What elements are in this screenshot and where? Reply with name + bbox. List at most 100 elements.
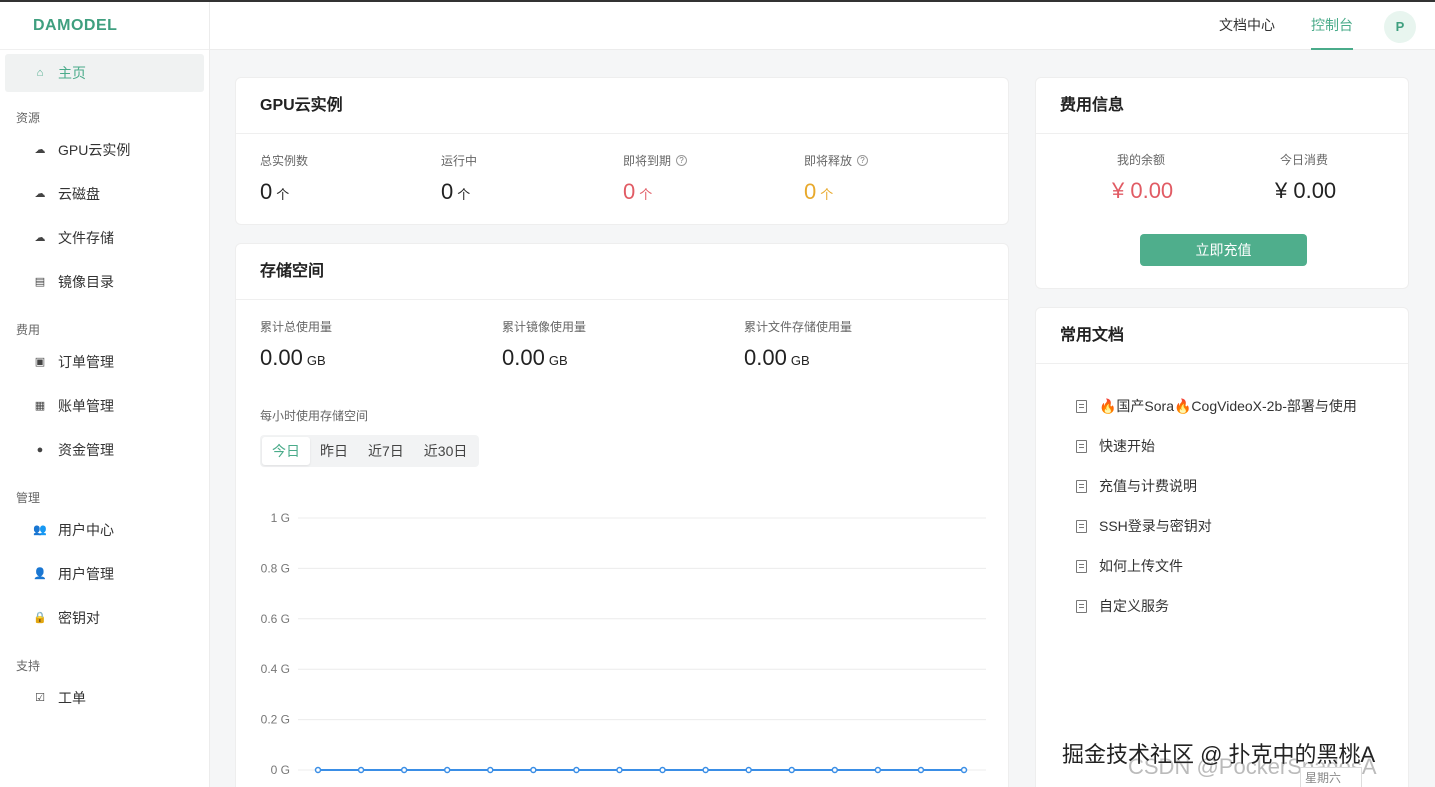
yen-coin-icon: ● [36, 444, 44, 456]
doc-link-quick-start[interactable]: 快速开始 [1076, 426, 1357, 466]
chart-data-point[interactable] [616, 766, 623, 774]
stat-number: 0 [623, 179, 636, 204]
doc-link-billing[interactable]: 充值与计费说明 [1076, 466, 1357, 506]
chart-data-point[interactable] [917, 766, 925, 774]
recharge-button[interactable]: 立即充值 [1140, 234, 1307, 266]
sidebar-item-gpu-instance[interactable]: ☁ GPU云实例 [0, 128, 209, 172]
sidebar-item-user-center[interactable]: 👥 用户中心 [0, 508, 209, 552]
chart-data-point[interactable] [487, 766, 494, 774]
stat-label: 运行中 [441, 154, 478, 168]
nav-console[interactable]: 控制台 [1311, 2, 1353, 50]
billing-card: 费用信息 我的余额 ¥ 0.00 今日消费 ¥ 0.00 立即充值 [1035, 77, 1409, 289]
chart-tooltip: 星期六 [1300, 767, 1362, 787]
sidebar-item-cloud-disk[interactable]: ☁ 云磁盘 [0, 172, 209, 216]
stat-number: 0 [260, 179, 273, 204]
document-icon [1076, 559, 1087, 573]
document-icon [1076, 519, 1087, 533]
stat-value: 0.00 GB [260, 345, 332, 371]
range-selector: 今日 昨日 近7日 近30日 [260, 435, 480, 467]
chart-data-point[interactable] [357, 766, 365, 774]
stat-unit: 个 [457, 187, 471, 202]
stat-label-text: 即将释放 [804, 154, 853, 168]
doc-title: 充值与计费说明 [1099, 478, 1197, 494]
stat-number: 0.00 [744, 345, 787, 370]
cloud-disk-icon: ☁ [34, 188, 46, 200]
stat-label: 总实例数 [260, 154, 309, 168]
doc-link-custom-service[interactable]: 自定义服务 [1076, 586, 1357, 626]
storage-card-title: 存储空间 [236, 244, 1008, 300]
user-gear-icon: 👤 [33, 568, 47, 580]
chart-data-point[interactable] [745, 766, 752, 774]
sidebar-item-orders[interactable]: ▣ 订单管理 [0, 340, 209, 384]
docs-card-title: 常用文档 [1036, 308, 1408, 364]
chart-data-point[interactable] [573, 766, 580, 774]
stat-label: 累计文件存储使用量 [744, 320, 853, 334]
gpu-card-title: GPU云实例 [236, 78, 1008, 134]
chart-data-point[interactable] [788, 766, 795, 774]
balance-label: 我的余额 [1117, 153, 1166, 167]
stat-label: 累计镜像使用量 [502, 320, 587, 334]
chart-y-tick-label: 0 G [271, 763, 290, 777]
sidebar-item-label: 账单管理 [58, 398, 114, 414]
help-icon[interactable]: ? [676, 155, 688, 166]
top-nav: 文档中心 控制台 [1183, 2, 1353, 50]
chart-data-point[interactable] [400, 766, 408, 774]
chart-data-point[interactable] [659, 766, 666, 774]
sidebar-item-ticket[interactable]: ☑ 工单 [0, 676, 209, 720]
bill-icon: ▦ [34, 400, 46, 412]
range-7days[interactable]: 近7日 [358, 437, 414, 465]
chart-data-point[interactable] [831, 766, 839, 774]
doc-link-cogvideox[interactable]: 🔥国产Sora🔥CogVideoX-2b-部署与使用 [1076, 386, 1357, 426]
avatar[interactable]: P [1384, 11, 1416, 43]
stat-total-usage: 累计总使用量 0.00 GB [260, 318, 332, 371]
chart-y-tick-label: 0.6 G [261, 612, 290, 626]
chart-data-point[interactable] [443, 766, 451, 774]
image-card-icon: ▤ [34, 276, 46, 288]
sidebar-item-home[interactable]: ⌂ 主页 [5, 54, 204, 92]
brand-logo[interactable]: DAMODEL [0, 2, 209, 50]
nav-docs-center[interactable]: 文档中心 [1219, 2, 1275, 50]
range-yesterday[interactable]: 昨日 [310, 437, 358, 465]
cloud-upload-icon: ☁ [34, 232, 46, 244]
top-bar: 文档中心 控制台 P [210, 2, 1435, 50]
stat-unit: 个 [276, 187, 290, 202]
stat-unit: GB [790, 353, 810, 368]
stat-value: 0个 [623, 179, 687, 205]
stat-unit: GB [306, 353, 326, 368]
common-docs-card: 常用文档 🔥国产Sora🔥CogVideoX-2b-部署与使用 快速开始 充值与… [1035, 307, 1409, 787]
doc-link-ssh[interactable]: SSH登录与密钥对 [1076, 506, 1357, 546]
stat-number: 0.00 [502, 345, 545, 370]
balance-value: ¥ 0.00 [1112, 178, 1174, 203]
document-icon [1076, 599, 1087, 613]
storage-card: 存储空间 累计总使用量 0.00 GB 累计镜像使用量 0.00 GB 累计文件存储… [235, 243, 1009, 787]
document-icon [1076, 399, 1087, 413]
stat-value: 0个 [804, 179, 868, 205]
stat-running: 运行中 0个 [441, 152, 477, 205]
sidebar-item-funds[interactable]: ● 资金管理 [0, 428, 209, 472]
sidebar-item-user-management[interactable]: 👤 用户管理 [0, 552, 209, 596]
chart-data-point[interactable] [874, 766, 882, 774]
stat-label: 即将释放? [804, 152, 869, 169]
sidebar-item-label: 订单管理 [58, 354, 114, 370]
sidebar-item-file-storage[interactable]: ☁ 文件存储 [0, 216, 209, 260]
chart-data-point[interactable] [702, 766, 709, 774]
range-30days[interactable]: 近30日 [414, 437, 478, 465]
stat-number: 0.00 [260, 345, 303, 370]
sidebar-item-keypair[interactable]: 🔒 密钥对 [0, 596, 209, 640]
range-today[interactable]: 今日 [262, 437, 310, 465]
sidebar-item-image-catalog[interactable]: ▤ 镜像目录 [0, 260, 209, 304]
doc-title: SSH登录与密钥对 [1099, 518, 1212, 534]
sidebar-item-bills[interactable]: ▦ 账单管理 [0, 384, 209, 428]
chart-data-point[interactable] [960, 766, 968, 774]
stat-image-usage: 累计镜像使用量 0.00 GB [502, 318, 586, 371]
sidebar-group-resources: 资源 [16, 111, 41, 125]
chart-data-point[interactable] [314, 766, 322, 774]
sidebar-item-label: GPU云实例 [58, 142, 131, 158]
chart-label: 每小时使用存储空间 [260, 409, 369, 423]
doc-link-upload[interactable]: 如何上传文件 [1076, 546, 1357, 586]
ticket-check-icon: ☑ [35, 692, 45, 704]
chart-data-point[interactable] [530, 766, 537, 774]
today-spend-value: ¥ 0.00 [1275, 178, 1337, 203]
stat-label: 即将到期? [623, 152, 688, 169]
help-icon[interactable]: ? [857, 155, 869, 166]
